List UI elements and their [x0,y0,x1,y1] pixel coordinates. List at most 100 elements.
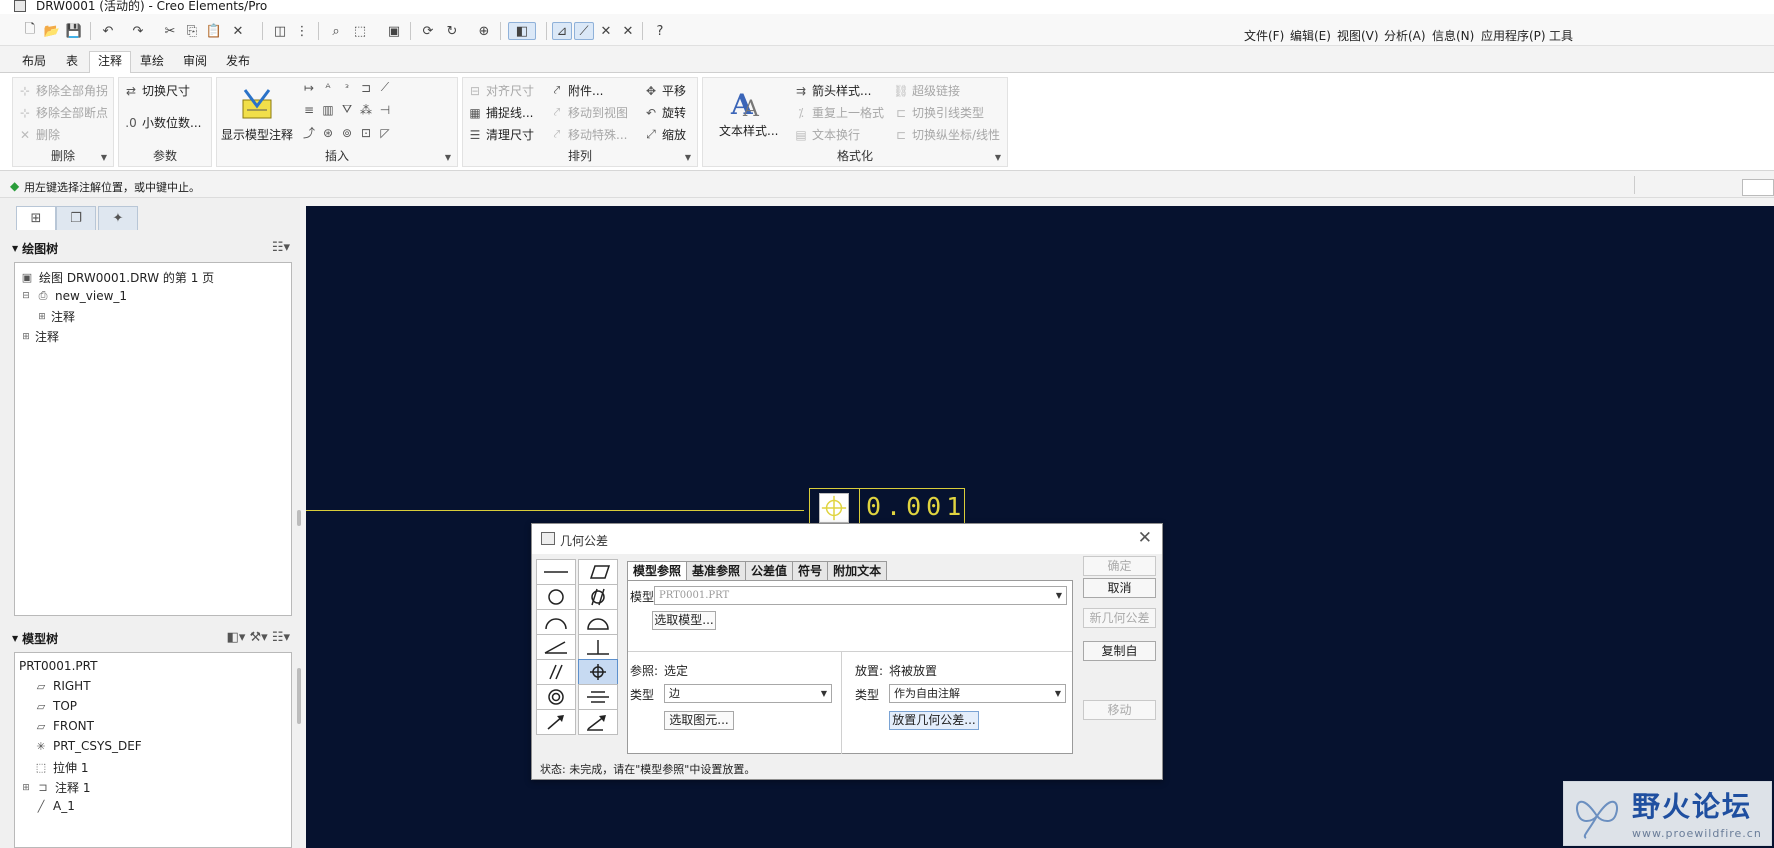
model-tree-tab[interactable]: ⊞ [16,206,56,230]
concentricity-icon[interactable] [536,684,576,710]
arrow-style-button[interactable]: ⇉ 箭头样式... [793,82,871,99]
layer-icon[interactable]: ◫ [270,22,290,40]
help-icon[interactable]: ? [650,22,670,40]
panel-scrollbar[interactable] [297,668,301,724]
zoom-icon[interactable]: ⊕ [474,22,494,40]
move-special-button[interactable]: ⤤ 移动特殊... [549,126,628,143]
tree-item-annotation[interactable]: ⊞ ⊐ 注释 1 [21,779,90,796]
perpendicularity-icon[interactable] [578,634,618,660]
attachment-button[interactable]: ⤤ 附件... [549,82,604,99]
repaint-icon[interactable]: ↻ [442,22,462,40]
ok-button[interactable]: 确定 [1083,556,1156,576]
tab-model-refs[interactable]: 模型参照 [627,561,688,581]
tab-tolerance-value[interactable]: 公差值 [745,561,794,581]
new-file-icon[interactable]: 🗋 [20,22,40,40]
repeat-last-format-button[interactable]: ⁒ 重复上一格式 [793,104,884,121]
flatness-icon[interactable] [578,559,618,585]
favorites-tab[interactable]: ✦ [98,206,138,230]
display-style-icon[interactable]: ◧ [508,22,536,40]
tab-symbol[interactable]: 符号 [792,561,829,581]
tree-settings-icon[interactable]: ☷▾ [272,240,290,255]
reference-type-select[interactable]: 边 ▼ [664,684,832,703]
undo-icon[interactable]: ↶ [98,22,118,40]
cleanup-dimensions-button[interactable]: ☰ 清理尺寸 [467,126,534,143]
text-wrap-button[interactable]: ▤ 文本换行 [793,126,860,143]
show-model-annotations-button[interactable]: 显示模型注释 [221,126,293,143]
tree-icon[interactable]: ⋮ [292,22,312,40]
tab-publish[interactable]: 发布 [218,52,258,73]
tree-item-drawing-sheet[interactable]: ▣ 绘图 DRW0001.DRW 的第 1 页 [19,269,214,286]
tree-item-axis[interactable]: ╱ A_1 [33,799,75,813]
align-dimensions-button[interactable]: ⊟ 对齐尺寸 [467,82,534,99]
delete-icon[interactable]: ✕ [228,22,248,40]
menu-edit[interactable]: 编辑(E) [1290,27,1331,44]
group-expand-icon[interactable]: ▼ [685,153,691,162]
symmetry-icon[interactable] [578,684,618,710]
tree-item-view[interactable]: ⊟ ⎙ new_view_1 [21,289,127,303]
tree-item-view-annotations[interactable]: ⊞ 注释 [37,308,75,325]
find-icon[interactable]: ⌕ [326,22,346,40]
copy-from-button[interactable]: 复制自 [1083,641,1156,661]
angularity-icon[interactable] [536,634,576,660]
circularity-icon[interactable] [536,584,576,610]
tab-additional-text[interactable]: 附加文本 [827,561,888,581]
point-display-icon[interactable]: ✕ [596,22,616,40]
geometric-tolerance-frame[interactable]: 0.001 [809,488,965,528]
redo-icon[interactable]: ↷ [128,22,148,40]
expand-plus-icon[interactable]: ⊞ [21,332,31,342]
csys-display-icon[interactable]: ✕ [618,22,638,40]
panel-resize-handle[interactable] [297,510,301,526]
cancel-button[interactable]: 取消 [1083,578,1156,598]
text-style-button[interactable]: 文本样式... [719,122,778,139]
scale-button[interactable]: ⤢ 缩放 [643,126,686,143]
menu-view[interactable]: 视图(V) [1337,27,1379,44]
remove-all-breaks-button[interactable]: ⊹ 移除全部断点 [17,104,108,121]
circular-runout-icon[interactable] [536,709,576,735]
position-icon[interactable] [578,659,618,685]
note-icon[interactable]: ≡ ▥ ⛛ ⁂ ⊣ [301,102,393,117]
tab-datum-refs[interactable]: 基准参照 [686,561,747,581]
dimension-icon[interactable]: ↦ ᴬ ᵌ ⊐ ⟋ [301,80,393,95]
copy-icon[interactable]: ⎘ [182,22,202,40]
remove-all-jogs-button[interactable]: ⊹ 移除全部角拐 [17,82,108,99]
menu-info[interactable]: 信息(N) [1432,27,1474,44]
parallelism-icon[interactable] [536,659,576,685]
group-expand-icon[interactable]: ▼ [445,153,451,162]
toggle-leader-type-button[interactable]: ⊏ 切换引线类型 [893,104,984,121]
place-tolerance-button[interactable]: 放置几何公差... [889,711,979,730]
translate-button[interactable]: ✥ 平移 [643,82,686,99]
model-select[interactable]: PRT0001.PRT ▼ [654,586,1067,605]
model-tree-header[interactable]: ▼ 模型树 ◧▾ ⚒▾ ☷▾ [12,626,294,650]
group-expand-icon[interactable]: ▼ [995,153,1001,162]
surface-profile-icon[interactable] [578,609,618,635]
tab-review[interactable]: 审阅 [175,52,215,73]
line-profile-icon[interactable] [536,609,576,635]
tab-layout[interactable]: 布局 [14,52,54,73]
drawing-tree-header[interactable]: ▼ 绘图树 ☷▾ [12,236,294,260]
move-to-view-button[interactable]: ⤤ 移动到视图 [549,104,628,121]
axis-display-icon[interactable]: ⟋ [574,22,594,40]
tree-item-annotations[interactable]: ⊞ 注释 [21,328,59,345]
model-tree-tools-icon[interactable]: ◧▾ ⚒▾ ☷▾ [227,630,290,645]
menu-analysis[interactable]: 分析(A) [1384,27,1426,44]
group-expand-icon[interactable]: ▼ [101,153,107,162]
properties-icon[interactable]: ▣ [384,22,404,40]
decimal-places-button[interactable]: .0 小数位数... [123,114,201,131]
menu-tools[interactable]: 工具 [1549,27,1573,44]
select-entity-button[interactable]: 选取图元... [664,711,734,730]
tree-item-front[interactable]: ▱ FRONT [33,719,94,733]
snap-lines-button[interactable]: ▦ 捕捉线... [467,104,533,121]
tab-annotate[interactable]: 注释 [89,51,132,74]
tree-item-extrude[interactable]: ⬚ 拉伸 1 [33,759,89,776]
delete-button[interactable]: ✕ 删除 [17,126,60,143]
hyperlink-button[interactable]: ⛓ 超级链接 [893,82,960,99]
expand-plus-icon[interactable]: ⊞ [21,783,31,793]
menu-applications[interactable]: 应用程序(P) [1481,27,1546,44]
placement-type-select[interactable]: 作为自由注解 ▼ [889,684,1066,703]
tree-item-right[interactable]: ▱ RIGHT [33,679,91,693]
expand-minus-icon[interactable]: ⊟ [21,291,31,301]
straightness-icon[interactable] [536,559,576,585]
paste-icon[interactable]: 📋 [204,22,224,40]
save-icon[interactable]: 💾 [64,22,84,40]
rotate-button[interactable]: ↶ 旋转 [643,104,686,121]
